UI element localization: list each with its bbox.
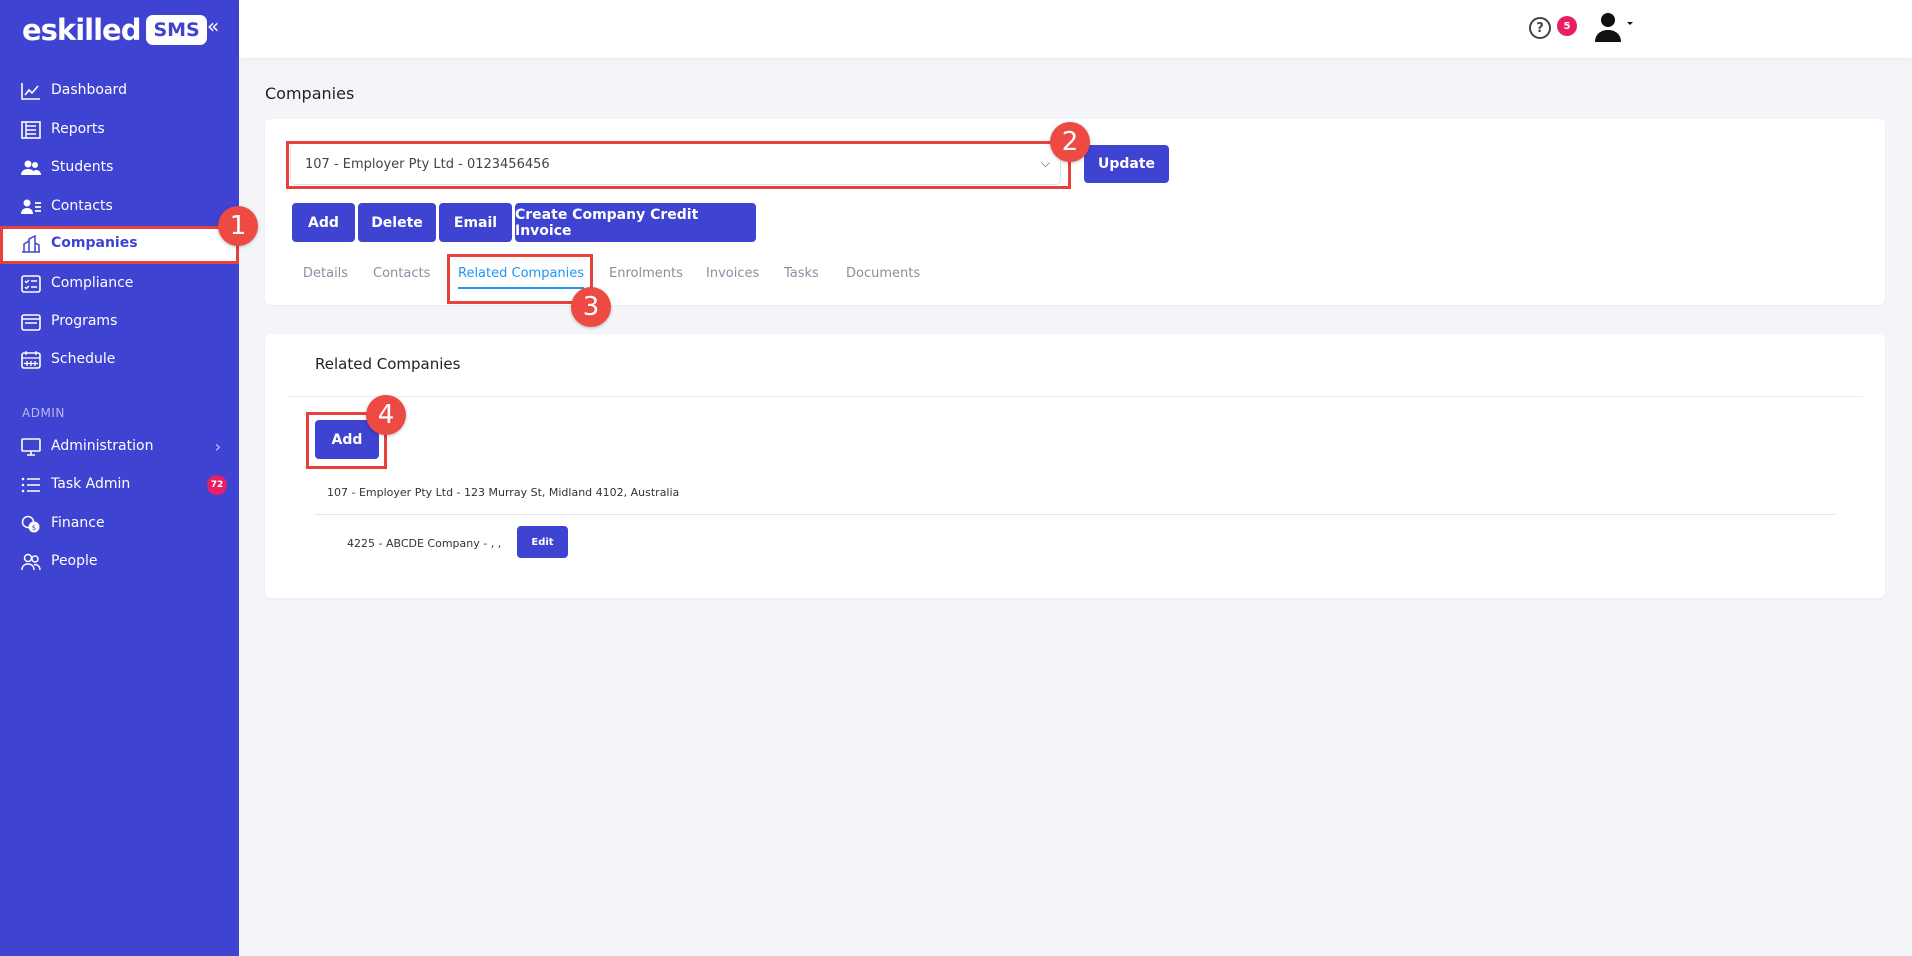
step-marker-3: 3 bbox=[571, 287, 611, 327]
highlight-box-select bbox=[286, 141, 1071, 189]
sidebar-item-label: Finance bbox=[51, 515, 105, 531]
list-icon bbox=[21, 477, 40, 493]
sidebar-item-label: Administration bbox=[51, 438, 154, 454]
create-credit-invoice-button[interactable]: Create Company Credit Invoice bbox=[515, 203, 756, 242]
calendar-icon bbox=[21, 351, 41, 369]
chevron-right-icon: › bbox=[214, 437, 221, 456]
task-count-badge: 72 bbox=[207, 475, 227, 495]
sidebar-item-label: Companies bbox=[51, 235, 138, 251]
monitor-icon bbox=[21, 438, 41, 456]
sidebar-item-companies[interactable]: Companies bbox=[0, 226, 239, 264]
notification-badge[interactable]: 5 bbox=[1557, 16, 1577, 36]
tab-details[interactable]: Details bbox=[303, 266, 348, 281]
page-title: Companies bbox=[265, 84, 355, 103]
app-logo[interactable]: eskilled SMS bbox=[22, 10, 207, 50]
step-marker-1: 1 bbox=[218, 206, 258, 246]
report-icon bbox=[21, 121, 41, 139]
companies-icon bbox=[22, 235, 40, 253]
sidebar-item-programs[interactable]: Programs bbox=[0, 304, 239, 340]
sidebar-item-administration[interactable]: Administration › bbox=[0, 429, 239, 465]
tab-enrolments[interactable]: Enrolments bbox=[609, 266, 683, 281]
sidebar-item-label: Programs bbox=[51, 313, 118, 329]
sidebar-item-dashboard[interactable]: Dashboard bbox=[0, 73, 239, 109]
email-company-button[interactable]: Email bbox=[439, 203, 512, 242]
parent-company-text: 107 - Employer Pty Ltd - 123 Murray St, … bbox=[327, 486, 680, 499]
compliance-icon bbox=[21, 275, 41, 293]
tab-tasks[interactable]: Tasks bbox=[784, 266, 819, 281]
collapse-sidebar-icon[interactable]: « bbox=[207, 14, 219, 38]
step-marker-4: 4 bbox=[366, 395, 406, 435]
step-marker-2: 2 bbox=[1050, 122, 1090, 162]
tab-documents[interactable]: Documents bbox=[846, 266, 920, 281]
edit-related-company-button[interactable]: Edit bbox=[517, 526, 568, 558]
user-menu-icon[interactable] bbox=[1593, 12, 1635, 42]
add-company-button[interactable]: Add bbox=[292, 203, 355, 242]
tab-contacts[interactable]: Contacts bbox=[373, 266, 430, 281]
sidebar-item-label: Reports bbox=[51, 121, 105, 137]
highlight-box-tab bbox=[447, 254, 593, 304]
sidebar-item-label: Dashboard bbox=[51, 82, 127, 98]
sidebar-item-people[interactable]: People bbox=[0, 544, 239, 580]
top-bar bbox=[239, 0, 1912, 58]
sidebar-item-reports[interactable]: Reports bbox=[0, 112, 239, 148]
sidebar-item-label: People bbox=[51, 553, 98, 569]
related-companies-card bbox=[265, 334, 1885, 598]
divider bbox=[315, 514, 1835, 515]
sidebar-item-compliance[interactable]: Compliance bbox=[0, 266, 239, 302]
people-icon bbox=[21, 553, 41, 571]
help-icon[interactable]: ? bbox=[1529, 17, 1551, 39]
sidebar: eskilled SMS « Dashboard Reports Student… bbox=[0, 0, 239, 956]
sidebar-item-label: Students bbox=[51, 159, 114, 175]
contacts-icon bbox=[21, 199, 41, 214]
chart-line-icon bbox=[21, 83, 40, 100]
students-icon bbox=[21, 160, 41, 175]
sidebar-item-schedule[interactable]: Schedule bbox=[0, 342, 239, 378]
sidebar-item-label: Compliance bbox=[51, 275, 134, 291]
svg-text:$: $ bbox=[32, 524, 36, 532]
sidebar-item-contacts[interactable]: Contacts bbox=[0, 189, 239, 225]
sidebar-item-task-admin[interactable]: Task Admin 72 bbox=[0, 467, 239, 503]
delete-company-button[interactable]: Delete bbox=[358, 203, 436, 242]
admin-section-label: ADMIN bbox=[22, 406, 65, 420]
sidebar-item-students[interactable]: Students bbox=[0, 150, 239, 186]
divider bbox=[287, 396, 1863, 397]
sidebar-item-label: Task Admin bbox=[51, 476, 131, 492]
update-button[interactable]: Update bbox=[1084, 145, 1169, 183]
logo-text: eskilled bbox=[22, 13, 141, 47]
sidebar-item-label: Schedule bbox=[51, 351, 116, 367]
related-companies-title: Related Companies bbox=[315, 355, 461, 373]
sidebar-item-finance[interactable]: $ Finance bbox=[0, 506, 239, 542]
programs-icon bbox=[21, 314, 41, 331]
tab-invoices[interactable]: Invoices bbox=[706, 266, 759, 281]
related-company-item: 4225 - ABCDE Company - , , bbox=[347, 537, 502, 550]
logo-badge: SMS bbox=[146, 15, 207, 45]
coins-icon: $ bbox=[21, 515, 40, 533]
sidebar-item-label: Contacts bbox=[51, 198, 113, 214]
